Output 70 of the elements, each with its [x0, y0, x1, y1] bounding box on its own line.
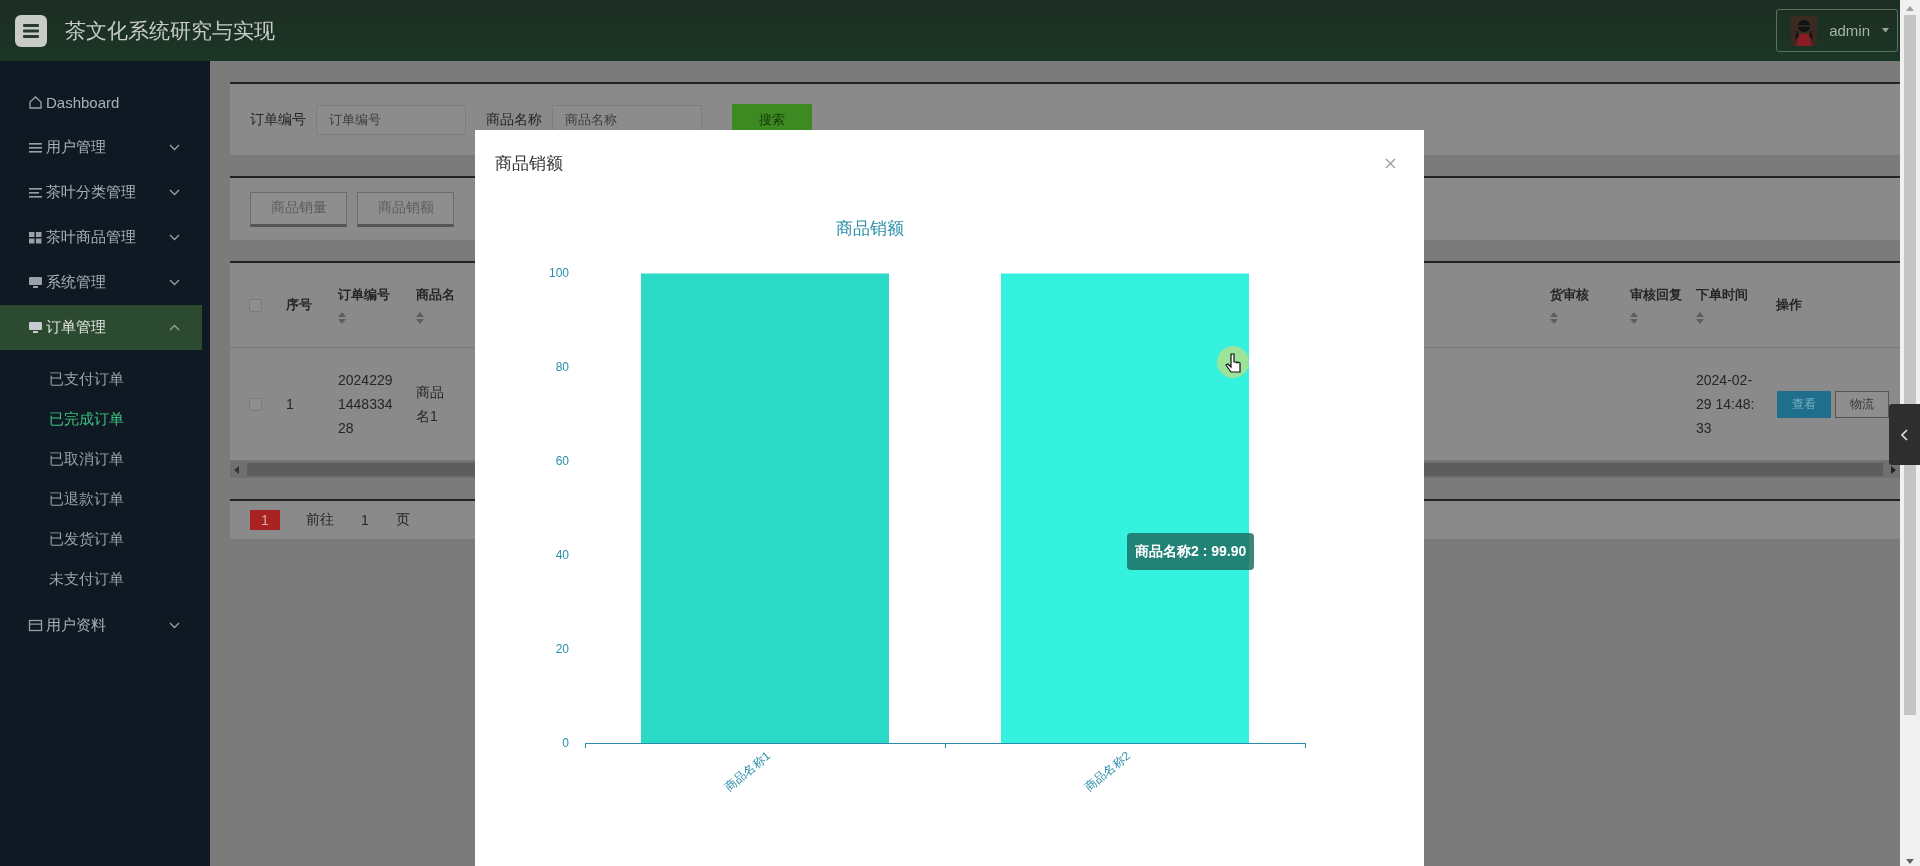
sidebar-label: 茶叶分类管理 — [46, 183, 137, 202]
sidebar-label: 系统管理 — [46, 273, 107, 292]
menu-item-icon — [28, 618, 43, 633]
column-header: 审核回复 — [1630, 286, 1683, 304]
sidebar-label: Dashboard — [46, 94, 121, 111]
sidebar-item[interactable]: Dashboard — [0, 80, 202, 125]
user-name: admin — [1829, 22, 1870, 39]
menu-item-icon — [28, 140, 43, 155]
sidebar-item[interactable]: 用户资料 — [0, 603, 202, 648]
goto-label: 前往 — [306, 511, 334, 529]
menu-button[interactable] — [15, 14, 47, 47]
sidebar-label: 茶叶商品管理 — [46, 228, 137, 247]
caret-icon — [1882, 28, 1889, 33]
user-menu[interactable]: admin — [1776, 9, 1898, 52]
menu-item-icon — [28, 230, 43, 245]
menu-item-icon — [28, 320, 43, 335]
tick-label: 20 — [555, 642, 569, 656]
scroll-down-icon[interactable] — [1906, 859, 1914, 864]
menu-item-icon — [28, 185, 43, 200]
close-icon — [1385, 157, 1396, 169]
table-cell-text: 商品名1 — [416, 383, 445, 426]
field-label: 订单编号 — [250, 110, 306, 129]
tick-label: 0 — [562, 736, 569, 750]
page-suffix: 页 — [396, 511, 410, 529]
tick-label: 40 — [555, 548, 569, 562]
sidebar-label: 用户资料 — [46, 616, 107, 635]
table-cell-text: 1 — [286, 395, 295, 414]
table-cell-text: 2024-02-29 14:48:33 — [1696, 371, 1756, 438]
search-field[interactable]: 订单编号 — [316, 104, 466, 135]
column-header: 货审核 — [1550, 286, 1590, 304]
tick-label: 100 — [548, 266, 569, 280]
side-panel-toggle[interactable] — [1889, 404, 1920, 465]
column-header: 序号 — [286, 296, 313, 314]
chevron-left-icon — [1901, 428, 1908, 441]
field-label: 商品名称 — [486, 110, 542, 129]
menu-item-icon — [28, 95, 43, 110]
column-header: 商品名 — [416, 286, 456, 304]
column-header: 订单编号 — [338, 286, 391, 304]
category-label: 商品名称1 — [722, 748, 773, 795]
scroll-right-icon[interactable] — [1891, 465, 1896, 474]
sidebar-item[interactable]: 用户管理 — [0, 125, 202, 170]
chart-tooltip: 商品名称2 : 99.90 — [1127, 533, 1255, 570]
table-cell-text: 2024229144833428 — [338, 371, 394, 438]
tick-label: 80 — [555, 360, 569, 374]
sidebar-label: 用户管理 — [46, 138, 107, 157]
sidebar-item[interactable]: 茶叶分类管理 — [0, 170, 202, 215]
logistics-button[interactable]: 物流 — [1835, 390, 1889, 418]
submenu-item[interactable]: 已退款订单 — [49, 489, 124, 509]
sidebar-label: 订单管理 — [46, 318, 107, 337]
sidebar-item[interactable]: 茶叶商品管理 — [0, 215, 202, 260]
submenu-item[interactable]: 已发货订单 — [49, 529, 124, 549]
page-input[interactable]: 1 — [348, 508, 382, 532]
category-label: 商品名称2 — [1082, 748, 1133, 795]
column-header: 下单时间 — [1696, 286, 1749, 304]
submenu-item[interactable]: 已取消订单 — [49, 449, 124, 469]
submenu-item[interactable]: 已完成订单 — [49, 409, 124, 429]
menu-item-icon — [28, 275, 43, 290]
scroll-left-icon[interactable] — [234, 465, 239, 474]
modal-title: 商品销额 — [495, 152, 563, 175]
bar[interactable] — [1001, 273, 1249, 743]
app-title: 茶文化系统研究与实现 — [65, 17, 276, 44]
submenu-item[interactable]: 未支付订单 — [49, 569, 124, 589]
sidebar-item[interactable]: 系统管理 — [0, 260, 202, 305]
chart-title: 商品销额 — [836, 219, 904, 238]
scroll-up-icon[interactable] — [1906, 6, 1914, 11]
column-header: 操作 — [1776, 296, 1803, 314]
menu-icon — [22, 22, 40, 39]
tick-label: 60 — [555, 454, 569, 468]
sidebar-item[interactable]: 订单管理 — [0, 305, 202, 350]
submenu-item[interactable]: 已支付订单 — [49, 369, 124, 389]
